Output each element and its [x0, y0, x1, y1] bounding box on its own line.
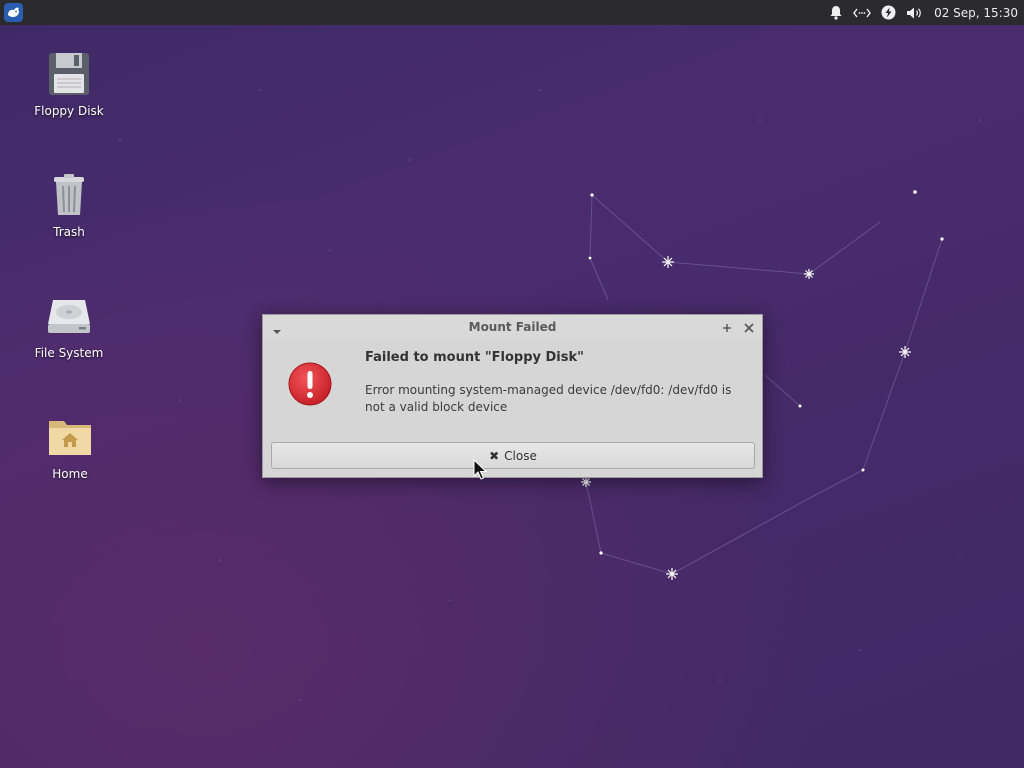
floppy-disk-icon: [45, 50, 93, 98]
desktop-icon-floppy-disk[interactable]: Floppy Disk: [19, 50, 119, 118]
desktop-icon-file-system[interactable]: File System: [19, 292, 119, 360]
whisker-menu-icon[interactable]: [4, 3, 23, 22]
desktop-icon-label: File System: [34, 346, 104, 360]
dialog-titlebar[interactable]: Mount Failed: [263, 315, 762, 339]
top-panel: 02 Sep, 15:30: [0, 0, 1024, 25]
hard-drive-icon: [45, 292, 93, 340]
desktop-icon-home[interactable]: Home: [20, 413, 120, 481]
power-icon[interactable]: [878, 3, 898, 23]
close-button-label: Close: [504, 448, 537, 463]
close-button[interactable]: ✖ Close: [271, 442, 755, 469]
stick-icon[interactable]: [720, 320, 734, 334]
desktop-icon-label: Trash: [53, 225, 85, 239]
desktop-icon-label: Floppy Disk: [34, 104, 104, 118]
window-close-icon[interactable]: [742, 320, 756, 334]
dialog-heading: Failed to mount "Floppy Disk": [365, 350, 584, 365]
desktop-icon-label: Home: [52, 467, 88, 481]
volume-icon[interactable]: [904, 3, 924, 23]
mouse-pointer-icon: [473, 459, 487, 480]
close-icon: ✖: [489, 448, 500, 463]
trash-icon: [45, 171, 93, 219]
clock[interactable]: 02 Sep, 15:30: [934, 6, 1018, 20]
network-icon[interactable]: [852, 3, 872, 23]
dialog-title: Mount Failed: [468, 320, 557, 334]
dialog-message: Error mounting system-managed device /de…: [365, 383, 732, 414]
mount-failed-dialog: Mount Failed Failed to mount "Floppy Dis…: [262, 314, 763, 478]
home-folder-icon: [46, 413, 94, 461]
error-icon: [287, 361, 333, 407]
bell-icon[interactable]: [826, 3, 846, 23]
system-tray: 02 Sep, 15:30: [826, 0, 1024, 25]
desktop-icon-trash[interactable]: Trash: [19, 171, 119, 239]
